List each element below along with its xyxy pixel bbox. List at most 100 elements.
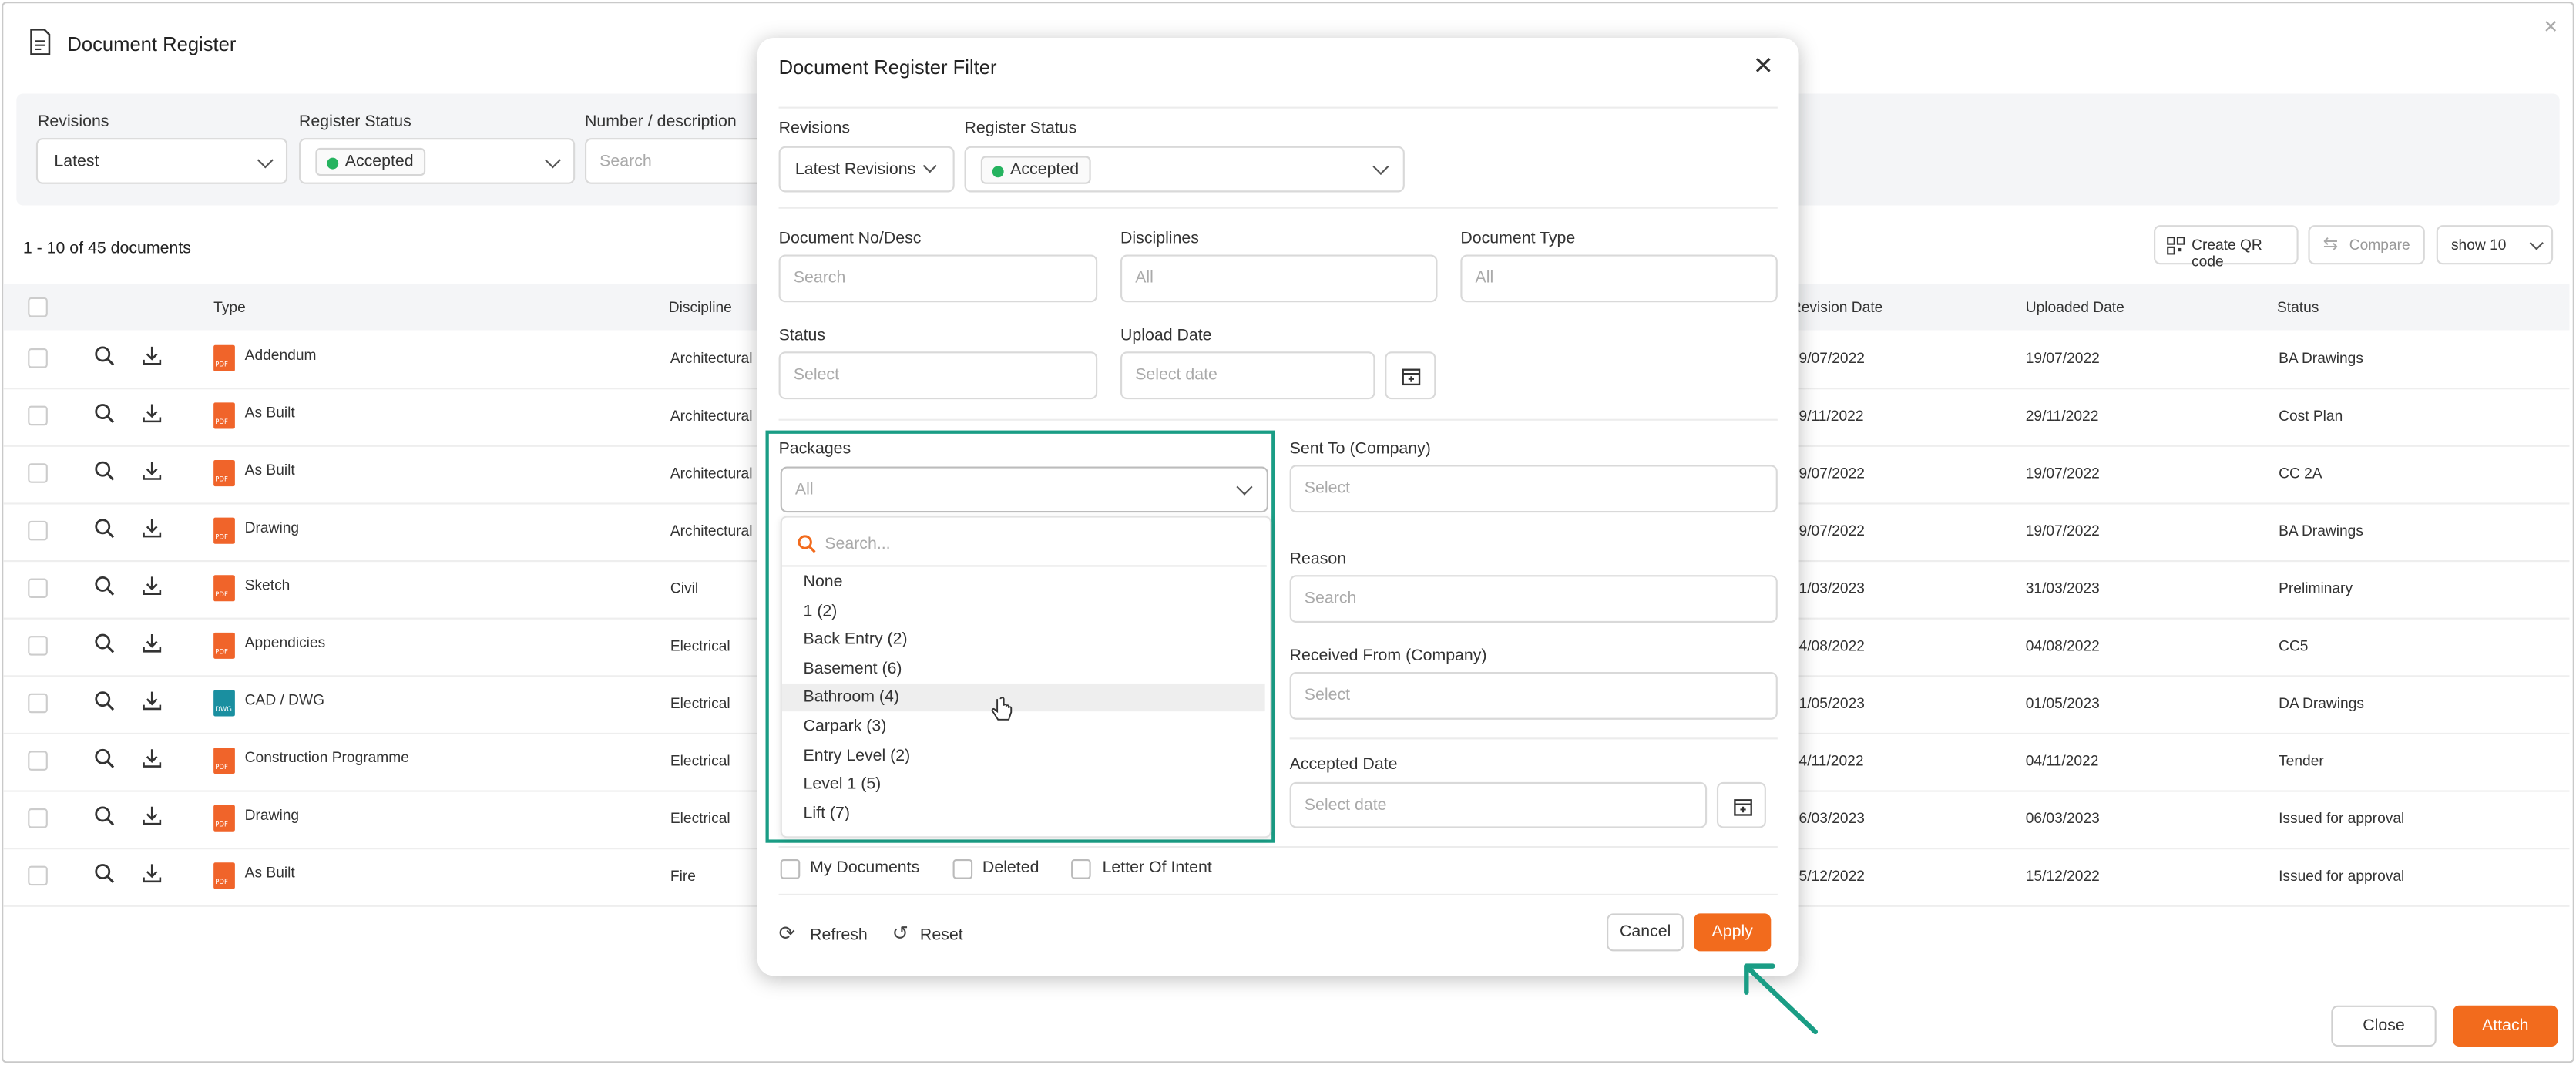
package-option[interactable]: None <box>804 573 843 591</box>
status-cell: BA Drawings <box>2279 522 2363 539</box>
download-icon[interactable] <box>141 402 163 432</box>
pdf-icon <box>213 402 235 429</box>
modal-register-status-select[interactable]: Accepted <box>964 146 1405 193</box>
package-option[interactable]: Bathroom (4) <box>804 689 899 707</box>
row-checkbox[interactable] <box>28 520 48 541</box>
view-search-icon[interactable] <box>94 575 116 604</box>
document-type-select[interactable]: All <box>1460 254 1778 303</box>
qr-code-icon <box>2167 237 2185 255</box>
divider <box>1289 737 1778 740</box>
reason-input[interactable]: Search <box>1289 575 1778 623</box>
row-checkbox[interactable] <box>28 405 48 426</box>
cancel-button[interactable]: Cancel <box>1607 913 1684 952</box>
refresh-label: Refresh <box>810 926 868 945</box>
view-search-icon[interactable] <box>94 345 116 375</box>
download-icon[interactable] <box>141 345 163 375</box>
pdf-icon <box>213 344 235 371</box>
received-from-select[interactable]: Select <box>1289 671 1778 720</box>
letter-of-intent-label: Letter Of Intent <box>1102 859 1212 878</box>
package-option[interactable]: Lift (7) <box>804 805 850 822</box>
row-checkbox[interactable] <box>28 636 48 656</box>
packages-search-input[interactable]: Search... <box>825 536 890 553</box>
upload-date-input[interactable]: Select date <box>1120 351 1375 400</box>
row-checkbox[interactable] <box>28 578 48 599</box>
row-checkbox[interactable] <box>28 865 48 886</box>
view-search-icon[interactable] <box>94 518 116 547</box>
status-cell: DA Drawings <box>2279 694 2365 712</box>
swap-icon: ⇆ <box>2322 234 2339 255</box>
my-documents-checkbox[interactable] <box>780 859 801 879</box>
uploaded-date-cell: 29/11/2022 <box>2025 407 2099 425</box>
status-select[interactable]: Select <box>778 351 1098 400</box>
sent-to-placeholder: Select <box>1304 479 1351 498</box>
document-count: 1 - 10 of 45 documents <box>22 240 191 258</box>
row-checkbox[interactable] <box>28 463 48 483</box>
packages-select[interactable]: All <box>780 466 1268 513</box>
download-icon[interactable] <box>141 460 163 489</box>
discipline-cell: Electrical <box>670 810 730 827</box>
select-all-checkbox[interactable] <box>28 297 48 317</box>
doc-no-input[interactable]: Search <box>778 254 1098 303</box>
row-checkbox[interactable] <box>28 751 48 771</box>
uploaded-date-cell: 06/03/2023 <box>2025 810 2100 827</box>
status-placeholder: Select <box>793 366 840 385</box>
row-checkbox[interactable] <box>28 808 48 828</box>
accepted-date-label: Accepted Date <box>1289 755 1398 774</box>
attach-button[interactable]: Attach <box>2453 1005 2558 1047</box>
register-status-select[interactable]: Accepted <box>299 138 576 184</box>
package-option[interactable]: Basement (6) <box>804 660 902 678</box>
deleted-checkbox[interactable] <box>952 859 973 879</box>
number-description-input[interactable]: Search <box>584 138 766 184</box>
view-search-icon[interactable] <box>94 633 116 662</box>
close-icon[interactable]: ✕ <box>1753 51 1774 80</box>
download-icon[interactable] <box>141 805 163 835</box>
close-window-icon[interactable]: ✕ <box>2543 16 2558 38</box>
package-option[interactable]: 1 (2) <box>804 603 838 620</box>
package-option[interactable]: Entry Level (2) <box>804 747 911 764</box>
view-search-icon[interactable] <box>94 690 116 719</box>
create-qr-button[interactable]: Create QR code <box>2154 225 2299 270</box>
accepted-date-picker-button[interactable] <box>1716 781 1766 828</box>
accepted-date-input[interactable]: Select date <box>1289 781 1708 828</box>
package-option[interactable]: Back Entry (2) <box>804 631 908 649</box>
download-icon[interactable] <box>141 633 163 662</box>
view-search-icon[interactable] <box>94 402 116 432</box>
refresh-button[interactable]: ⟳ Refresh <box>779 922 869 951</box>
show-count-select[interactable]: show 10 <box>2436 225 2554 265</box>
discipline-cell: Architectural <box>670 407 753 425</box>
download-icon[interactable] <box>141 690 163 719</box>
my-documents-label: My Documents <box>810 859 920 878</box>
view-search-icon[interactable] <box>94 862 116 892</box>
revisions-select[interactable]: Latest <box>35 138 288 184</box>
divider <box>778 418 1778 421</box>
dialog-title: Document Register Filter <box>778 55 997 79</box>
view-search-icon[interactable] <box>94 805 116 835</box>
search-placeholder: Search <box>599 153 652 171</box>
reset-button[interactable]: ↺ Reset <box>892 922 966 951</box>
divider <box>778 845 1778 848</box>
chevron-down-icon <box>1372 158 1389 175</box>
disciplines-select[interactable]: All <box>1120 254 1438 303</box>
status-cell: CC5 <box>2279 637 2309 654</box>
download-icon[interactable] <box>141 518 163 547</box>
download-icon[interactable] <box>141 862 163 892</box>
show-count-value: show 10 <box>2450 237 2507 254</box>
letter-of-intent-checkbox[interactable] <box>1071 859 1091 879</box>
download-icon[interactable] <box>141 575 163 604</box>
doc-no-placeholder: Search <box>793 269 846 288</box>
modal-revisions-select[interactable]: Latest Revisions <box>778 146 955 193</box>
discipline-cell: Architectural <box>670 350 753 367</box>
reset-label: Reset <box>919 926 963 945</box>
package-option[interactable]: Carpark (3) <box>804 718 887 736</box>
view-search-icon[interactable] <box>94 460 116 489</box>
apply-button[interactable]: Apply <box>1694 913 1772 952</box>
row-checkbox[interactable] <box>28 348 48 368</box>
row-checkbox[interactable] <box>28 693 48 714</box>
close-button[interactable]: Close <box>2331 1005 2437 1047</box>
compare-button[interactable]: ⇆ Compare <box>2308 225 2425 265</box>
package-option[interactable]: Level 1 (5) <box>804 776 882 794</box>
view-search-icon[interactable] <box>94 748 116 777</box>
download-icon[interactable] <box>141 748 163 777</box>
sent-to-select[interactable]: Select <box>1289 465 1778 513</box>
upload-date-picker-button[interactable] <box>1385 351 1436 400</box>
